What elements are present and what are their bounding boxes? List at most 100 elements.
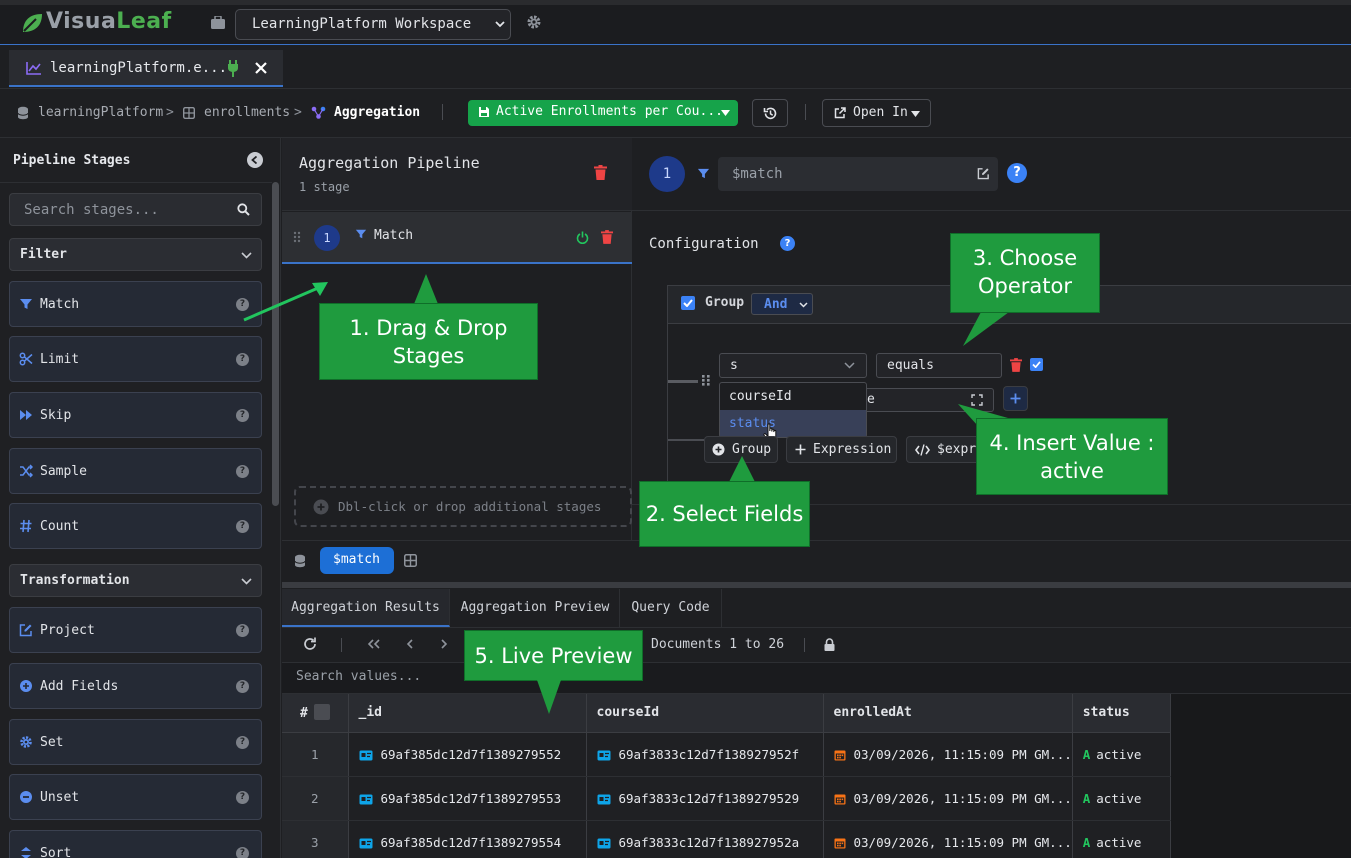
field-select[interactable]: s bbox=[719, 353, 867, 378]
history-button[interactable] bbox=[752, 99, 788, 127]
help-icon[interactable]: ? bbox=[1007, 163, 1027, 183]
stage-item-sort[interactable]: Sort ? bbox=[9, 830, 262, 858]
help-icon[interactable]: ? bbox=[780, 236, 795, 251]
help-icon[interactable]: ? bbox=[236, 847, 249, 858]
saved-aggregation-select[interactable]: Active Enrollments per Cou... bbox=[468, 100, 738, 126]
gear-icon[interactable] bbox=[526, 14, 542, 30]
save-icon bbox=[479, 107, 489, 117]
cell-courseid[interactable]: 69af3833c12d7f138927952a bbox=[586, 820, 824, 858]
cell-enrolledat[interactable]: 03/09/2026, 11:15:09 PM GM... bbox=[823, 776, 1073, 821]
column-header-status[interactable]: status bbox=[1072, 694, 1171, 733]
help-icon[interactable]: ? bbox=[236, 680, 249, 693]
column-header-enrolledat[interactable]: enrolledAt bbox=[823, 694, 1073, 733]
cell-courseid[interactable]: 69af3833c12d7f138927952f bbox=[586, 732, 824, 777]
lock-icon[interactable] bbox=[824, 638, 835, 651]
select-all-checkbox[interactable] bbox=[313, 704, 330, 721]
cell-courseid[interactable]: 69af3833c12d7f1389279529 bbox=[586, 776, 824, 821]
drag-handle-icon[interactable] bbox=[293, 231, 301, 243]
add-expression-button[interactable]: Expression bbox=[786, 436, 897, 463]
strip-stage-chip[interactable]: $match bbox=[320, 547, 394, 574]
stage-drop-zone[interactable]: Dbl-click or drop additional stages bbox=[294, 486, 632, 527]
tab-aggregation-results[interactable]: Aggregation Results bbox=[282, 589, 450, 627]
column-header-courseid[interactable]: courseId bbox=[586, 694, 824, 733]
edit-icon bbox=[19, 624, 32, 637]
cell-status[interactable]: Aactive bbox=[1072, 732, 1171, 777]
drag-handle-icon[interactable] bbox=[702, 375, 711, 386]
help-icon[interactable]: ? bbox=[236, 791, 249, 804]
cell-id[interactable]: 69af385dc12d7f1389279552 bbox=[348, 732, 587, 777]
chart-line-icon bbox=[26, 62, 41, 75]
stage-search-input[interactable]: Search stages... bbox=[9, 193, 262, 226]
next-page-icon[interactable] bbox=[440, 639, 448, 649]
cell-id[interactable]: 69af385dc12d7f1389279554 bbox=[348, 820, 587, 858]
breadcrumb-database[interactable]: learningPlatform bbox=[38, 105, 163, 120]
group-checkbox[interactable] bbox=[681, 296, 695, 310]
stage-item-limit[interactable]: Limit ? bbox=[9, 336, 262, 382]
stage-item-unset[interactable]: Unset ? bbox=[9, 774, 262, 820]
sidebar-scrollbar[interactable] bbox=[272, 182, 279, 506]
document-count: Documents 1 to 26 bbox=[651, 637, 785, 652]
id-card-icon bbox=[359, 794, 372, 804]
help-icon[interactable]: ? bbox=[236, 353, 249, 366]
category-transformation[interactable]: Transformation bbox=[9, 564, 262, 597]
table-row[interactable]: 1 69af385dc12d7f1389279552 69af3833c12d7… bbox=[282, 732, 1171, 777]
stage-item-project[interactable]: Project ? bbox=[9, 607, 262, 653]
field-option-status[interactable]: status bbox=[720, 410, 866, 437]
breadcrumb-collection[interactable]: enrollments bbox=[204, 105, 290, 120]
help-icon[interactable]: ? bbox=[236, 520, 249, 533]
table-row[interactable]: 3 69af385dc12d7f1389279554 69af3833c12d7… bbox=[282, 820, 1171, 858]
open-in-button[interactable]: Open In bbox=[822, 99, 931, 127]
operator-select[interactable]: equals bbox=[876, 353, 1002, 378]
cell-status[interactable]: Aactive bbox=[1072, 776, 1171, 821]
field-option-courseid[interactable]: courseId bbox=[720, 383, 866, 410]
category-filter[interactable]: Filter bbox=[9, 238, 262, 271]
stage-item-count[interactable]: Count ? bbox=[9, 503, 262, 549]
help-icon[interactable]: ? bbox=[236, 624, 249, 637]
tab-query-code[interactable]: Query Code bbox=[620, 589, 722, 627]
help-icon[interactable]: ? bbox=[236, 465, 249, 478]
first-page-icon[interactable] bbox=[367, 639, 381, 649]
tab-learning-platform[interactable]: learningPlatform.e... bbox=[9, 50, 283, 87]
edit-icon[interactable] bbox=[977, 167, 990, 180]
stage-item-add-fields[interactable]: Add Fields ? bbox=[9, 663, 262, 709]
trash-icon[interactable] bbox=[594, 165, 607, 180]
table-row[interactable]: 2 69af385dc12d7f1389279553 69af3833c12d7… bbox=[282, 776, 1171, 821]
add-expr-button[interactable]: $expr bbox=[906, 436, 986, 463]
pipeline-stage-card[interactable]: 1 Match bbox=[282, 212, 632, 264]
trash-icon[interactable] bbox=[601, 230, 613, 244]
collapse-sidebar-button[interactable] bbox=[247, 152, 263, 168]
values-search-input[interactable]: Search values... bbox=[296, 669, 421, 684]
pipeline-stage-count: 1 stage bbox=[299, 180, 350, 194]
rule-checkbox[interactable] bbox=[1030, 358, 1043, 371]
stage-item-match[interactable]: Match ? bbox=[9, 281, 262, 327]
cell-enrolledat[interactable]: 03/09/2026, 11:15:09 PM GM... bbox=[823, 820, 1073, 858]
stage-item-set[interactable]: Set ? bbox=[9, 719, 262, 765]
stage-item-sample[interactable]: Sample ? bbox=[9, 448, 262, 494]
cell-id[interactable]: 69af385dc12d7f1389279553 bbox=[348, 776, 587, 821]
help-icon[interactable]: ? bbox=[236, 409, 249, 422]
gear-icon bbox=[20, 736, 32, 748]
stage-item-skip[interactable]: Skip ? bbox=[9, 392, 262, 438]
chevron-down-icon bbox=[241, 578, 252, 585]
tab-aggregation-preview[interactable]: Aggregation Preview bbox=[451, 589, 620, 627]
stage-card-label: Match bbox=[374, 228, 414, 243]
values-search[interactable] bbox=[282, 662, 1351, 694]
close-icon[interactable] bbox=[255, 62, 267, 74]
help-icon[interactable]: ? bbox=[236, 736, 249, 749]
cell-status[interactable]: Aactive bbox=[1072, 820, 1171, 858]
plus-circle-icon bbox=[20, 680, 32, 692]
workspace-select[interactable]: LearningPlatform Workspace bbox=[235, 9, 511, 40]
stage-name-field[interactable]: $match bbox=[718, 157, 998, 191]
plug-icon bbox=[228, 60, 238, 77]
power-icon[interactable] bbox=[576, 231, 589, 244]
column-header-index[interactable]: # bbox=[282, 694, 349, 733]
filter-icon bbox=[355, 229, 367, 239]
combinator-select[interactable]: And bbox=[751, 293, 813, 315]
previous-page-icon[interactable] bbox=[406, 639, 414, 649]
refresh-icon[interactable] bbox=[303, 637, 317, 651]
divider bbox=[442, 104, 443, 120]
cell-enrolledat[interactable]: 03/09/2026, 11:15:09 PM GM... bbox=[823, 732, 1073, 777]
divider bbox=[805, 104, 806, 120]
external-link-icon bbox=[834, 107, 846, 119]
trash-icon[interactable] bbox=[1010, 358, 1022, 372]
